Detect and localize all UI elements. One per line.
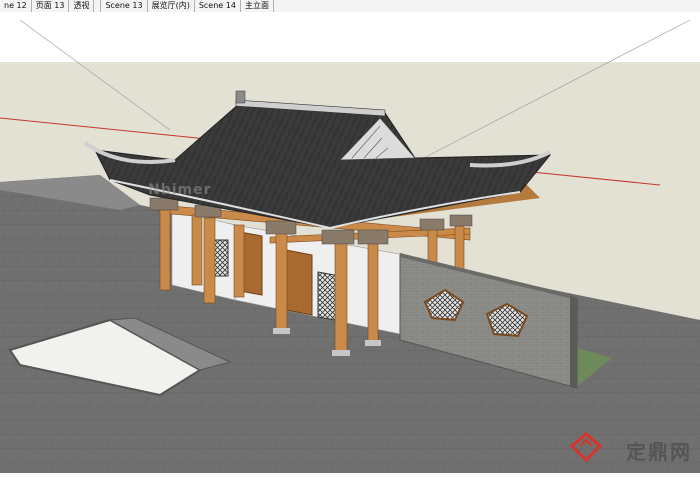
column-2 [191,214,203,286]
tab-main-elevation[interactable]: 主立面 [241,0,274,12]
screen-wall-end [570,296,577,388]
site-logo: 定鼎网 [626,436,692,465]
column-8 [427,227,438,265]
column-base-6 [332,350,350,356]
door-right [285,249,313,316]
column-9 [454,225,465,271]
column-1 [159,209,171,291]
column-5 [275,231,288,333]
3d-viewport[interactable]: Nbimer 定鼎网 [0,12,700,473]
tab-perspective[interactable]: 透视 [69,0,95,12]
model-scene [0,12,700,473]
column-7 [367,241,379,345]
column-3 [203,217,216,304]
column-6 [334,241,348,355]
column-base-7 [365,340,381,346]
tab-scene-12[interactable]: ne 12 [0,0,32,12]
watermark-text: Nbimer [148,182,212,198]
tab-exhibition-hall[interactable]: 展览厅(内) [148,0,195,12]
column-base-5 [273,328,290,334]
sky-background [0,12,700,62]
tab-scene-14[interactable]: Scene 14 [195,0,241,12]
column-4 [233,224,245,298]
ridge-ornament [235,90,246,104]
tab-scene-13[interactable]: Scene 13 [100,0,148,12]
tab-page-13[interactable]: 页面 13 [32,0,70,12]
site-logo-text: 定鼎网 [626,440,692,464]
